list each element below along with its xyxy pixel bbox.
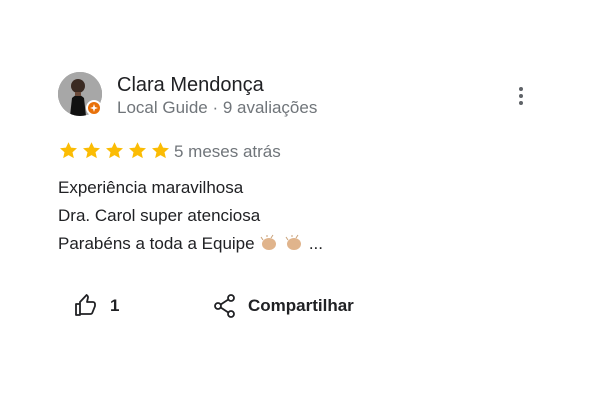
avatar[interactable]	[58, 72, 102, 116]
star-icon	[152, 142, 169, 159]
clapping-hands-emoji	[259, 234, 308, 253]
reviewer-meta[interactable]: Local Guide · 9 avaliações	[117, 98, 317, 118]
thumbs-up-icon	[75, 294, 96, 316]
reviewer-name[interactable]: Clara Mendonça	[117, 73, 264, 97]
local-guide-badge-icon	[86, 100, 102, 116]
like-button[interactable]: 1	[74, 292, 119, 320]
review-line-last: Parabéns a toda a Equipe ...	[58, 230, 323, 258]
review-text: Experiência maravilhosa Dra. Carol super…	[58, 174, 323, 258]
share-icon	[214, 294, 235, 318]
share-label: Compartilhar	[248, 296, 354, 315]
like-count: 1	[110, 296, 120, 315]
review-line: Dra. Carol super atenciosa	[58, 206, 261, 225]
share-button[interactable]: Compartilhar	[214, 292, 354, 320]
star-icon	[60, 142, 77, 159]
review-line: Experiência maravilhosa	[58, 178, 244, 197]
review-card: Clara Mendonça Local Guide · 9 avaliaçõe…	[0, 0, 600, 400]
review-time: 5 meses atrás	[174, 142, 281, 161]
star-icon	[106, 142, 123, 159]
more-vert-icon[interactable]	[513, 86, 529, 106]
star-icon	[129, 142, 146, 159]
read-more-ellipsis[interactable]: ...	[309, 234, 323, 253]
star-rating	[58, 140, 171, 162]
review-line: Parabéns a toda a Equipe	[58, 234, 255, 253]
star-icon	[83, 142, 100, 159]
